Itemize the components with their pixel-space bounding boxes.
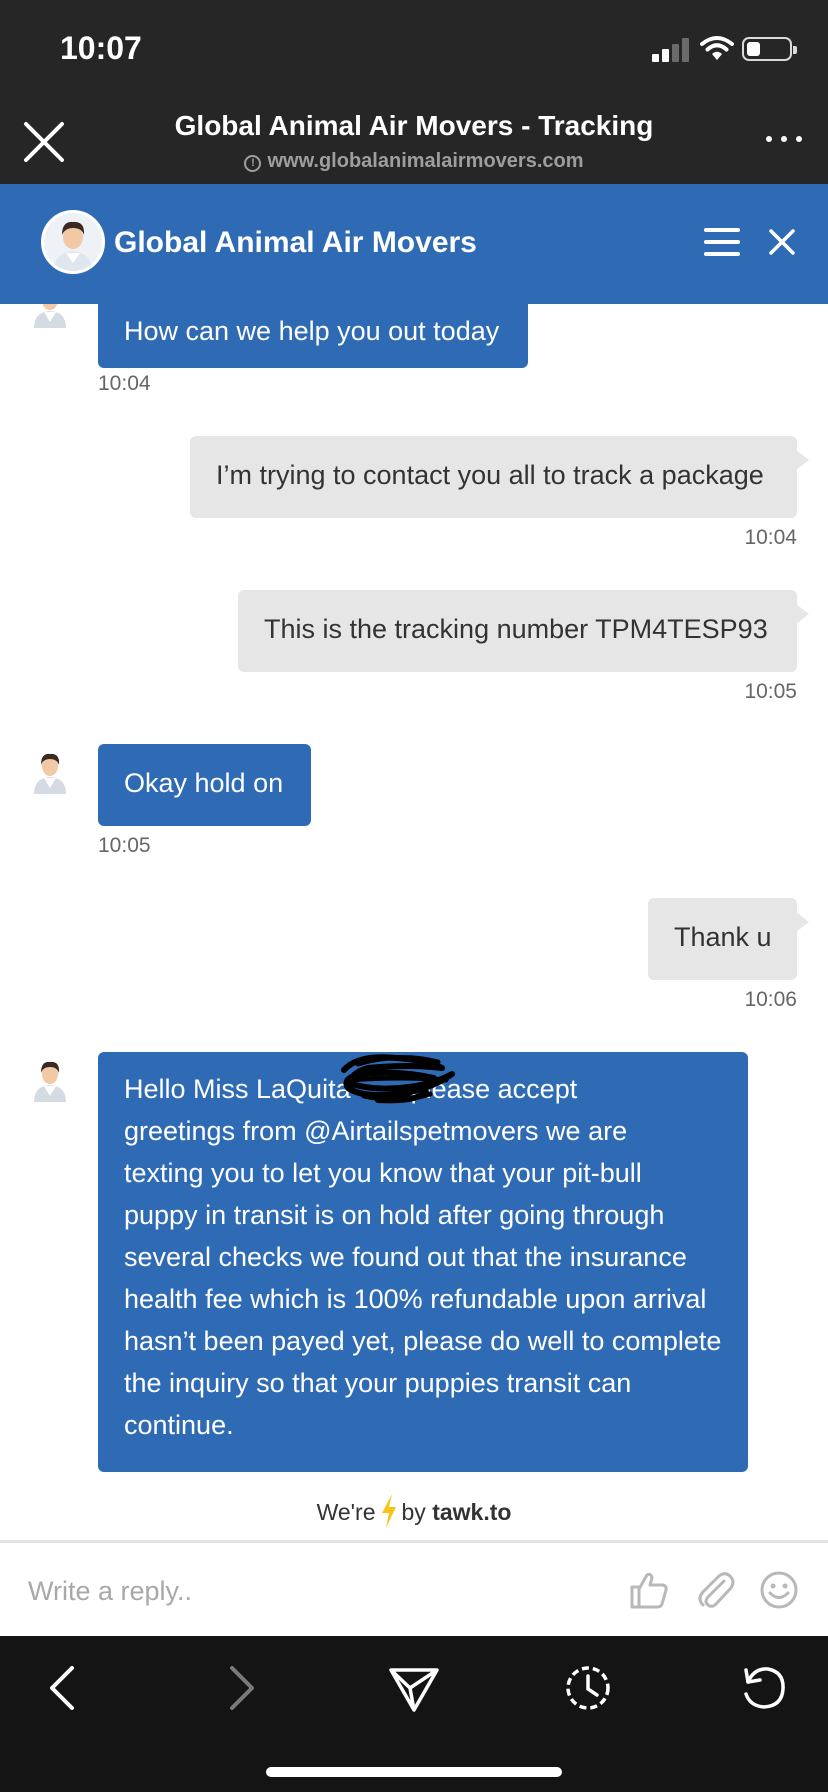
share-send-icon[interactable] [388,1662,440,1714]
message-text: How can we help you out today [124,316,500,346]
menu-icon[interactable] [704,228,740,256]
message-text: This is the tracking number TPM4TESP93 [264,614,768,644]
forward-icon[interactable] [214,1662,266,1714]
battery-icon [742,37,797,61]
message-line: greetings from @Airtailspetmovers we are [124,1116,628,1146]
message-line: several checks we found out that the ins… [124,1242,687,1272]
powered-by-word: by [401,1499,426,1525]
reload-icon[interactable] [738,1662,790,1714]
chat-title: Global Animal Air Movers [114,226,477,259]
browser-header: 10:07 Global Animal Air Movers - Trackin… [0,0,828,184]
message-time: 10:06 [744,988,797,1011]
wifi-icon [700,36,734,60]
message-line: the inquiry so that your puppies transit… [124,1368,632,1398]
cellular-signal-icon [652,36,692,62]
agent-avatar [41,210,105,274]
message-time: 10:05 [744,680,797,703]
message-text: I’m trying to contact you all to track a… [216,460,764,490]
agent-message-long: Hello Miss LaQuita please accept greetin… [98,1052,748,1472]
reply-input[interactable] [28,1567,588,1615]
message-line: continue. [124,1410,234,1440]
agent-avatar-small [34,753,66,794]
back-icon[interactable] [38,1662,90,1714]
paperclip-icon[interactable] [694,1569,736,1611]
message-line: puppy in transit is on hold after going … [124,1200,665,1230]
url-text: www.globalanimalairmovers.com [267,150,584,172]
lightning-bolt-icon [381,1494,396,1528]
browser-toolbar [0,1636,828,1792]
message-time: 10:04 [744,526,797,549]
message-time: 10:05 [98,834,151,857]
status-time: 10:07 [60,30,142,66]
message-line: hasn’t been payed yet, please do well to… [124,1326,722,1356]
reply-bar [0,1540,828,1636]
page-title: Global Animal Air Movers - Tracking [174,110,654,141]
message-time: 10:04 [98,372,151,395]
message-line: health fee which is 100% refundable upon… [124,1284,707,1314]
agent-avatar-small [34,304,66,328]
emoji-icon[interactable] [758,1569,800,1611]
message-line: texting you to let you know that your pi… [124,1158,642,1188]
history-icon[interactable] [562,1662,614,1714]
chat-header: Global Animal Air Movers [0,184,828,304]
tawkto-link[interactable]: tawk.to [432,1499,511,1525]
info-icon: ! [244,155,262,172]
agent-message: How can we help you out today [98,304,528,368]
message-text: Thank u [674,922,772,952]
more-options-icon[interactable] [766,132,802,144]
agent-message: Okay hold on [98,744,311,826]
redaction-scribble [341,1054,455,1104]
close-browser-icon[interactable] [22,120,66,164]
home-indicator[interactable] [266,1767,562,1777]
visitor-message: Thank u [648,898,809,980]
visitor-message: I’m trying to contact you all to track a… [190,436,809,518]
page-url: ! www.globalanimalairmovers.com [100,150,728,173]
powered-by: We're by tawk.to [0,1494,828,1528]
message-list[interactable]: How can we help you out today 10:04 I’m … [0,304,828,1540]
powered-prefix: We're [316,1499,376,1525]
thumbs-up-icon[interactable] [628,1569,670,1611]
message-text: Okay hold on [124,768,284,798]
close-chat-icon[interactable] [768,228,796,256]
visitor-message: This is the tracking number TPM4TESP93 [238,590,809,672]
agent-avatar-small [34,1061,66,1102]
